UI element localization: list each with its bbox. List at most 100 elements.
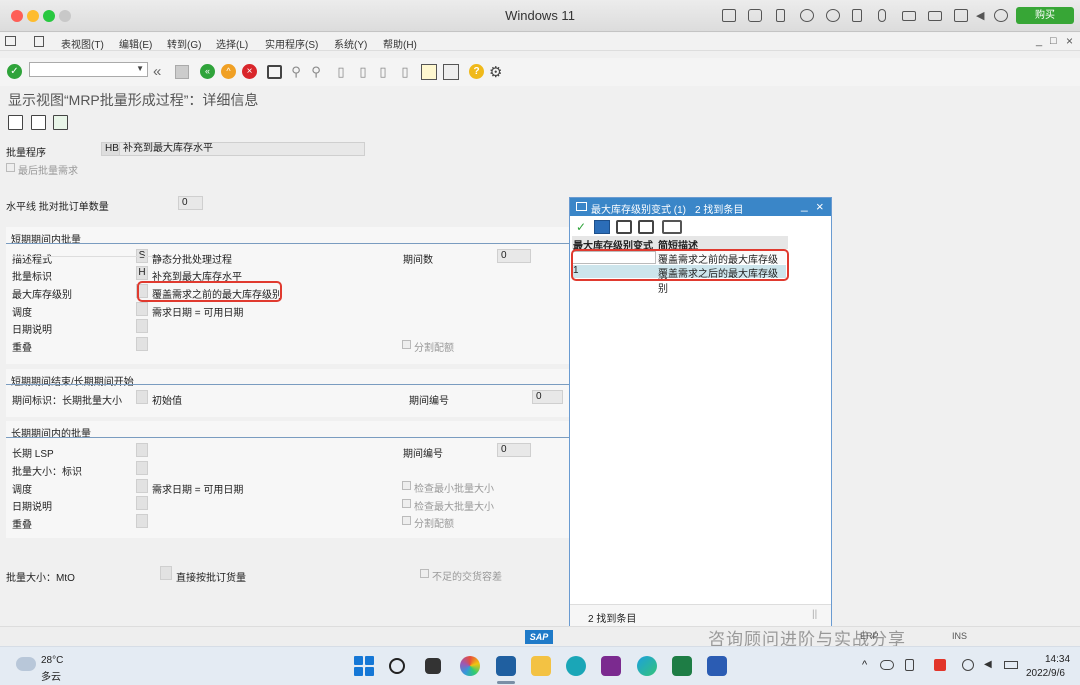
split-checkbox[interactable] [402, 340, 411, 349]
disc-icon[interactable] [800, 9, 814, 22]
weather-icon[interactable] [16, 657, 36, 671]
next-entry-icon[interactable] [31, 115, 46, 130]
camera-icon[interactable] [928, 11, 942, 21]
gear-icon[interactable] [994, 9, 1008, 22]
menu-system[interactable]: 系统(Y) [334, 36, 367, 51]
shortage-checkbox[interactable] [420, 569, 429, 578]
screenshot-icon[interactable] [954, 9, 968, 22]
previous-page-icon[interactable]: ▯ [356, 65, 370, 79]
last-page-icon[interactable]: ▯ [398, 65, 412, 79]
horizon-value[interactable]: 0 [178, 196, 203, 210]
long-overlap-code[interactable] [136, 514, 148, 528]
network-app-icon[interactable] [566, 656, 586, 676]
lsp-code[interactable] [136, 443, 148, 457]
long-period-no-value[interactable]: 0 [497, 443, 531, 457]
cpu-icon[interactable] [748, 9, 762, 22]
transition-period-no-value[interactable]: 0 [532, 390, 563, 404]
keyboard-icon[interactable] [722, 9, 736, 22]
chevron-down-icon[interactable]: ▼ [136, 64, 144, 73]
schedule-code[interactable] [136, 302, 148, 316]
start-button[interactable] [354, 656, 374, 676]
dialog-minimize-icon[interactable]: _ [801, 198, 808, 212]
restore-icon[interactable]: □ [1050, 35, 1057, 47]
security-icon[interactable] [905, 659, 914, 671]
resize-handle[interactable]: || [812, 609, 817, 620]
check-max-checkbox[interactable] [402, 499, 411, 508]
dialog-find-next-icon[interactable] [638, 220, 654, 234]
shortcut-create-icon[interactable] [443, 64, 459, 80]
change-display-icon[interactable] [8, 115, 23, 130]
lot-size-code[interactable] [136, 461, 148, 475]
enter-icon[interactable]: ✓ [7, 64, 22, 79]
help-icon[interactable]: ? [469, 64, 484, 79]
overlap-code[interactable] [136, 337, 148, 351]
globe-icon[interactable] [826, 9, 840, 22]
find-icon[interactable]: ⚲ [289, 65, 303, 79]
onedrive-icon[interactable] [880, 660, 894, 670]
batch-program-text: 补充到最大库存水平 [119, 142, 365, 156]
microphone-icon[interactable] [878, 9, 886, 22]
window-menu-icon[interactable] [5, 36, 16, 46]
double-chevron-left-icon[interactable]: « [153, 63, 161, 80]
shortcut-icon[interactable] [34, 36, 44, 47]
menu-select[interactable]: 选择(L) [216, 36, 248, 51]
check-min-checkbox[interactable] [402, 481, 411, 490]
close-icon[interactable]: × [1066, 34, 1073, 48]
dialog-cancel-icon[interactable] [594, 220, 610, 234]
drive-icon[interactable] [902, 11, 916, 21]
usb-icon[interactable] [776, 9, 785, 22]
dialog-print-icon[interactable] [662, 220, 682, 234]
dialog-find-icon[interactable] [616, 220, 632, 234]
battery-icon[interactable] [1004, 661, 1018, 669]
menu-help[interactable]: 帮助(H) [383, 36, 417, 51]
long-date-desc-code[interactable] [136, 496, 148, 510]
wifi-icon[interactable] [962, 659, 974, 671]
first-page-icon[interactable]: ▯ [334, 65, 348, 79]
back-icon[interactable]: « [200, 64, 215, 79]
volume-icon[interactable] [852, 9, 862, 22]
date-desc-code[interactable] [136, 319, 148, 333]
menu-utilities[interactable]: 实用程序(S) [265, 36, 318, 51]
edge-icon[interactable] [637, 656, 657, 676]
long-split-checkbox[interactable] [402, 516, 411, 525]
find-next-icon[interactable]: ⚲ [309, 65, 323, 79]
value-help-dialog: 最大库存级别变式 (1) 2 找到条目 _ × ✓ 最大库存级别变式 简短描述 … [569, 197, 832, 626]
photos-icon[interactable] [460, 656, 480, 676]
speaker-icon[interactable]: ◀ [984, 659, 992, 670]
period-count-value[interactable]: 0 [497, 249, 531, 263]
system-mode: INS [952, 631, 968, 641]
last-batch-checkbox[interactable] [6, 163, 15, 172]
select-all-icon[interactable] [53, 115, 68, 130]
dialog-confirm-icon[interactable]: ✓ [573, 220, 589, 234]
long-schedule-code[interactable] [136, 479, 148, 493]
word-icon[interactable] [707, 656, 727, 676]
buy-button[interactable]: 购买 [1016, 7, 1074, 24]
task-view-icon[interactable] [425, 658, 441, 674]
print-icon[interactable] [267, 65, 282, 79]
menu-edit[interactable]: 编辑(E) [119, 36, 152, 51]
file-explorer-icon[interactable] [531, 656, 551, 676]
cancel-icon[interactable]: × [242, 64, 257, 79]
sap-logon-icon[interactable] [496, 656, 516, 676]
customize-gear-icon[interactable]: ⚙ [489, 63, 502, 81]
menu-table-view[interactable]: 表视图(T) [61, 36, 104, 51]
save-icon[interactable] [175, 65, 189, 79]
onenote-icon[interactable] [601, 656, 621, 676]
search-icon[interactable] [389, 658, 405, 674]
lot-id-code[interactable]: H [136, 266, 148, 280]
wps-icon[interactable] [934, 659, 946, 671]
minimize-icon[interactable]: _ [1036, 35, 1042, 47]
highlight-box [571, 249, 789, 281]
command-field[interactable]: ▼ [29, 62, 148, 77]
exit-icon[interactable]: ^ [221, 64, 236, 79]
chevron-up-icon[interactable]: ^ [862, 659, 867, 671]
next-page-icon[interactable]: ▯ [376, 65, 390, 79]
menu-goto[interactable]: 转到(G) [167, 36, 201, 51]
create-session-icon[interactable] [421, 64, 437, 80]
dialog-close-icon[interactable]: × [816, 199, 824, 214]
check-max-label: 检查最大批量大小 [414, 502, 494, 513]
back-arrow-icon[interactable]: ◀ [976, 9, 984, 22]
direct-checkbox[interactable] [160, 566, 172, 580]
excel-icon[interactable] [672, 656, 692, 676]
period-id-code[interactable] [136, 390, 148, 404]
